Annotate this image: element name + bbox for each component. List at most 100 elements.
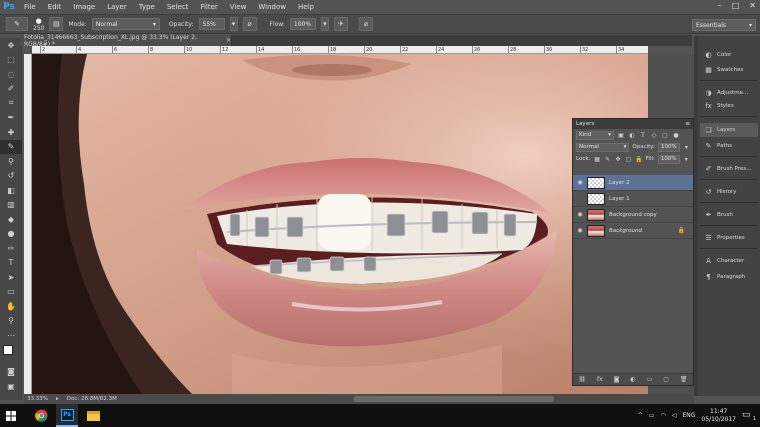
menu-layer[interactable]: Layer xyxy=(101,3,133,11)
lasso-tool-icon[interactable]: ◌ xyxy=(0,67,22,82)
layer-opacity-input[interactable]: 100% xyxy=(657,142,680,152)
action-center-button[interactable]: ▭ 1 xyxy=(742,410,756,422)
clone-stamp-tool-icon[interactable]: ⚲ xyxy=(0,154,22,169)
pen-tool-icon[interactable]: ✑ xyxy=(0,241,22,256)
marquee-tool-icon[interactable]: ⬚ xyxy=(0,53,22,68)
dock-item-character[interactable]: A Character xyxy=(700,254,758,268)
path-select-tool-icon[interactable]: ➤ xyxy=(0,270,22,285)
status-menu-icon[interactable]: ▸ xyxy=(56,396,59,402)
filter-kind-select[interactable]: Kind ▾ xyxy=(576,130,614,140)
eyedropper-tool-icon[interactable]: ✒ xyxy=(0,111,22,126)
quick-mask-icon[interactable]: ◙ xyxy=(0,365,22,380)
maximize-button[interactable]: □ xyxy=(732,1,740,10)
new-layer-icon[interactable]: ▢ xyxy=(663,376,669,383)
dock-item-brush-presets[interactable]: ✐ Brush Pres... xyxy=(700,162,758,176)
screen-mode-icon[interactable]: ▣ xyxy=(0,379,22,394)
dock-item-properties[interactable]: ☰ Properties xyxy=(700,231,758,245)
color-swatches[interactable] xyxy=(0,343,22,365)
menu-edit[interactable]: Edit xyxy=(42,3,68,11)
layer-row[interactable]: ◉ Layer 2 xyxy=(573,175,693,191)
horizontal-ruler[interactable]: 2 4 6 8 10 12 14 16 18 20 22 24 26 28 30… xyxy=(32,46,648,54)
opacity-dropdown[interactable]: ▾ xyxy=(229,17,238,31)
volume-icon[interactable]: ◁ xyxy=(672,412,677,419)
type-tool-icon[interactable]: T xyxy=(0,256,22,271)
flow-input[interactable]: 100% xyxy=(289,18,316,30)
layers-panel-header[interactable]: Layers ≡ xyxy=(573,119,693,129)
brush-panel-toggle[interactable]: ▤ xyxy=(49,17,64,31)
layer-style-icon[interactable]: fx xyxy=(597,376,603,383)
quick-select-tool-icon[interactable]: ✐ xyxy=(0,82,22,97)
blur-tool-icon[interactable]: ◆ xyxy=(0,212,22,227)
more-tools-icon[interactable]: ⋯ xyxy=(0,328,22,343)
chevron-down-icon[interactable]: ▾ xyxy=(683,155,690,163)
dock-item-color[interactable]: ◐ Color xyxy=(700,48,758,62)
start-button[interactable] xyxy=(0,404,22,427)
dock-item-brush[interactable]: ✒ Brush xyxy=(700,208,758,222)
eraser-tool-icon[interactable]: ◧ xyxy=(0,183,22,198)
dock-item-paths[interactable]: ✎ Paths xyxy=(700,139,758,153)
network-icon[interactable]: ▭ xyxy=(649,412,655,419)
layer-fill-input[interactable]: 100% xyxy=(657,154,680,164)
pressure-size-button[interactable]: ⌀ xyxy=(358,17,373,31)
eye-icon[interactable]: ◉ xyxy=(573,179,587,186)
dock-item-history[interactable]: ↺ History xyxy=(700,185,758,199)
move-tool-icon[interactable]: ✥ xyxy=(0,38,22,53)
filter-toggle-icon[interactable]: ● xyxy=(672,131,680,139)
eye-hidden-icon[interactable]: ◉ xyxy=(573,195,587,202)
brush-tool-icon[interactable]: ✎ xyxy=(0,139,22,154)
menu-help[interactable]: Help xyxy=(292,3,320,11)
mode-select[interactable]: Normal ▾ xyxy=(91,18,160,30)
taskbar-file-explorer[interactable] xyxy=(82,404,104,427)
pixel-filter-icon[interactable]: ▣ xyxy=(617,131,625,139)
eye-icon[interactable]: ◉ xyxy=(573,211,587,218)
shape-filter-icon[interactable]: ◇ xyxy=(650,131,658,139)
workspace-select[interactable]: Essentials ▾ xyxy=(692,19,756,31)
hand-tool-icon[interactable]: ✋ xyxy=(0,299,22,314)
opacity-input[interactable]: 55% xyxy=(198,18,225,30)
menu-file[interactable]: File xyxy=(18,3,42,11)
document-canvas[interactable] xyxy=(32,54,648,394)
layer-row[interactable]: ◉ Background 🔒 xyxy=(573,223,693,239)
horizontal-scrollbar[interactable] xyxy=(354,396,554,402)
eye-icon[interactable]: ◉ xyxy=(573,227,587,234)
airbrush-button[interactable]: ✈ xyxy=(333,17,348,31)
document-tab[interactable]: Fotolia_31466663_Subscription_XL.jpg @ 3… xyxy=(20,34,232,48)
healing-brush-tool-icon[interactable]: ✚ xyxy=(0,125,22,140)
new-group-icon[interactable]: ▭ xyxy=(647,376,653,383)
layer-row[interactable]: ◉ Layer 1 xyxy=(573,191,693,207)
lock-position-icon[interactable]: ✥ xyxy=(614,155,621,163)
dock-item-swatches[interactable]: ▦ Swatches xyxy=(700,63,758,77)
menu-type[interactable]: Type xyxy=(133,3,161,11)
vertical-ruler[interactable] xyxy=(24,54,32,394)
menu-select[interactable]: Select xyxy=(161,3,195,11)
zoom-level[interactable]: 33.33% xyxy=(27,396,48,402)
blend-mode-select[interactable]: Normal ▾ xyxy=(576,142,630,152)
menu-window[interactable]: Window xyxy=(252,3,292,11)
crop-tool-icon[interactable]: ⌗ xyxy=(0,96,22,111)
wifi-icon[interactable]: ◠ xyxy=(661,412,666,419)
shape-tool-icon[interactable]: ▭ xyxy=(0,285,22,300)
dock-item-layers[interactable]: ❏ Layers xyxy=(700,123,758,137)
taskbar-photoshop[interactable]: Ps xyxy=(56,404,78,427)
history-brush-tool-icon[interactable]: ↺ xyxy=(0,169,22,184)
brush-size-picker[interactable]: ● 250 xyxy=(33,17,44,32)
menu-view[interactable]: View xyxy=(224,3,253,11)
lock-artboard-icon[interactable]: ▢ xyxy=(625,155,632,163)
gradient-tool-icon[interactable]: ▥ xyxy=(0,198,22,213)
clock[interactable]: 11:47 05/10/2017 xyxy=(701,408,736,424)
lock-pixels-icon[interactable]: ✎ xyxy=(604,155,611,163)
dodge-tool-icon[interactable]: ● xyxy=(0,227,22,242)
adjustment-filter-icon[interactable]: ◐ xyxy=(628,131,636,139)
add-mask-icon[interactable]: ◙ xyxy=(614,376,620,383)
menu-image[interactable]: Image xyxy=(67,3,101,11)
minimize-button[interactable]: – xyxy=(718,1,722,10)
dock-item-styles[interactable]: fx Styles xyxy=(700,101,758,111)
zoom-tool-icon[interactable]: ⚲ xyxy=(0,314,22,329)
new-adjustment-icon[interactable]: ◐ xyxy=(630,376,635,383)
lock-transparency-icon[interactable]: ▦ xyxy=(593,155,600,163)
menu-filter[interactable]: Filter xyxy=(194,3,223,11)
dock-item-paragraph[interactable]: ¶ Paragraph xyxy=(700,270,758,284)
lock-all-icon[interactable]: 🔒 xyxy=(635,155,642,163)
layer-row[interactable]: ◉ Background copy xyxy=(573,207,693,223)
panel-menu-icon[interactable]: ≡ xyxy=(685,121,690,127)
